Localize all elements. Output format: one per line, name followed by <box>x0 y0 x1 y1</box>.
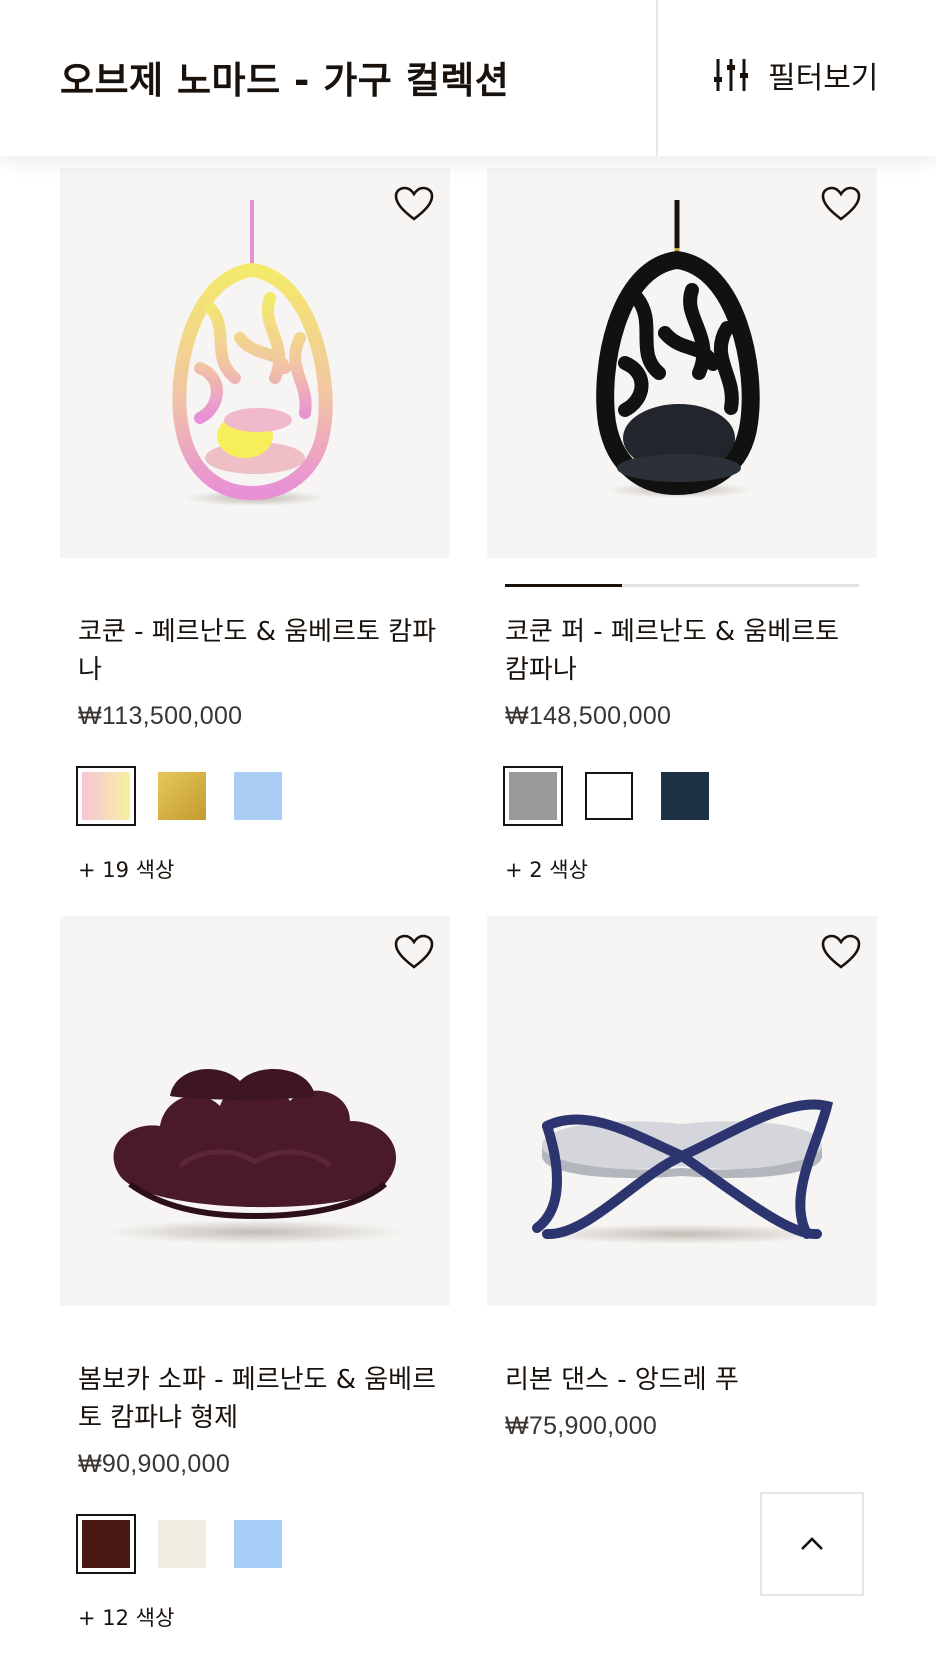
color-swatch[interactable] <box>579 766 639 826</box>
page-header: 오브제 노마드 - 가구 컬렉션 필터보기 <box>0 0 936 156</box>
product-name[interactable]: 리본 댄스 - 앙드레 푸 <box>505 1361 865 1399</box>
wishlist-heart-icon[interactable] <box>821 934 861 970</box>
chevron-up-icon <box>801 1537 823 1550</box>
product-name[interactable]: 코쿤 - 페르난도 & 움베르토 캄파나 <box>78 613 438 689</box>
page-title: 오브제 노마드 - 가구 컬렉션 <box>60 59 510 102</box>
filter-button[interactable]: 필터보기 <box>712 52 878 98</box>
image-carousel-progress-fill <box>505 584 622 587</box>
filter-label: 필터보기 <box>768 61 879 96</box>
ribbon-dance-image <box>532 1099 834 1244</box>
color-swatch[interactable] <box>228 766 288 826</box>
product-price: ₩148,500,000 <box>505 702 672 730</box>
product-card-cocoon-fur[interactable]: 코쿤 퍼 - 페르난도 & 움베르토 캄파나 ₩148,500,000 + 2 … <box>487 168 877 888</box>
more-colors-link[interactable]: + 2 색상 <box>505 854 588 884</box>
product-name[interactable]: 코쿤 퍼 - 페르난도 & 움베르토 캄파나 <box>505 613 865 689</box>
product-image-ribbon-dance[interactable] <box>487 916 877 1306</box>
color-swatch[interactable] <box>76 766 136 826</box>
more-colors-link[interactable]: + 19 색상 <box>78 854 174 884</box>
color-swatches <box>76 1514 288 1574</box>
color-swatch[interactable] <box>76 1514 136 1574</box>
product-price: ₩75,900,000 <box>505 1412 658 1440</box>
cocoon-fur-chair-image <box>596 200 760 498</box>
image-carousel-progress <box>505 584 859 587</box>
header-divider <box>656 0 658 156</box>
color-swatch[interactable] <box>503 766 563 826</box>
color-swatch[interactable] <box>152 1514 212 1574</box>
product-price: ₩113,500,000 <box>78 702 243 730</box>
sliders-icon <box>714 59 748 91</box>
product-image-cocoon[interactable] <box>60 168 450 558</box>
more-colors-link[interactable]: + 12 색상 <box>78 1602 174 1632</box>
product-card-bomboca-sofa[interactable]: 봄보카 소파 - 페르난도 & 움베르토 캄파냐 형제 ₩90,900,000 … <box>60 916 450 1636</box>
color-swatch[interactable] <box>228 1514 288 1574</box>
wishlist-heart-icon[interactable] <box>394 934 434 970</box>
wishlist-heart-icon[interactable] <box>821 186 861 222</box>
product-name[interactable]: 봄보카 소파 - 페르난도 & 움베르토 캄파냐 형제 <box>78 1361 438 1437</box>
product-price: ₩90,900,000 <box>78 1450 231 1478</box>
color-swatches <box>76 766 288 826</box>
product-card-cocoon[interactable]: 코쿤 - 페르난도 & 움베르토 캄파나 ₩113,500,000 + 19 색… <box>60 168 450 888</box>
color-swatches <box>503 766 715 826</box>
back-to-top-button[interactable] <box>760 1492 864 1596</box>
product-image-cocoon-fur[interactable] <box>487 168 877 558</box>
bomboca-sofa-image <box>105 1069 405 1244</box>
color-swatch[interactable] <box>655 766 715 826</box>
product-card-ribbon-dance[interactable]: 리본 댄스 - 앙드레 푸 ₩75,900,000 <box>487 916 877 1476</box>
product-image-bomboca-sofa[interactable] <box>60 916 450 1306</box>
cocoon-chair-image <box>172 200 333 506</box>
color-swatch[interactable] <box>152 766 212 826</box>
wishlist-heart-icon[interactable] <box>394 186 434 222</box>
